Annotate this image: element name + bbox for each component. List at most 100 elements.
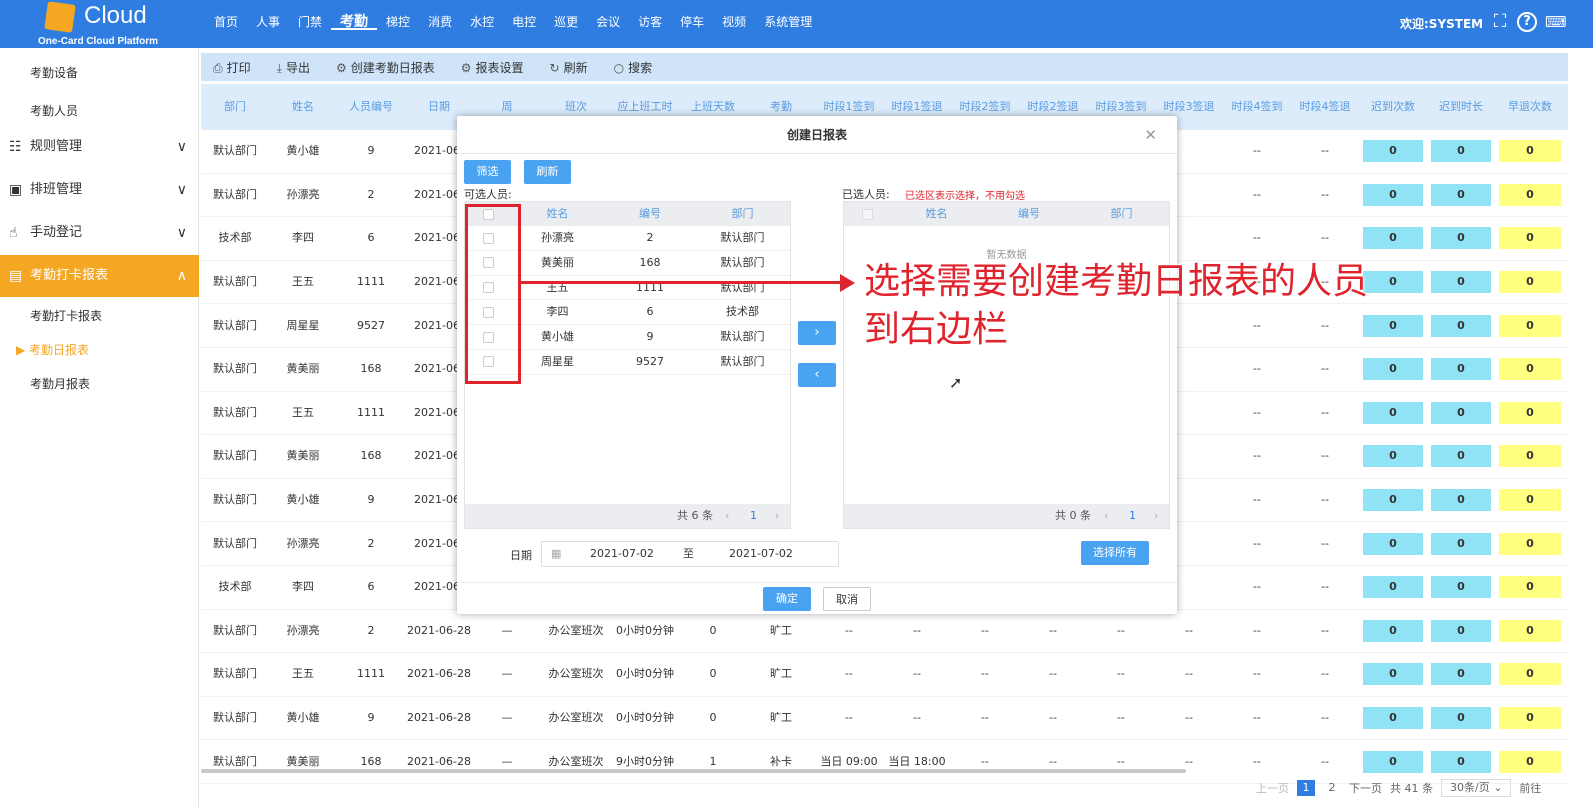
nav-item[interactable]: 电控 — [503, 0, 545, 44]
goto-label: 前往 — [1519, 782, 1542, 795]
prev-icon[interactable]: ‹ — [725, 504, 729, 528]
prev-icon[interactable]: ‹ — [1104, 504, 1108, 528]
sidebar-group-schedule[interactable]: ▣ 排班管理 ∨ — [0, 169, 199, 211]
early-count-badge: 0 — [1499, 445, 1561, 468]
early-count-badge: 0 — [1499, 576, 1561, 599]
sidebar-item-devices[interactable]: 考勤设备 — [30, 64, 78, 81]
next-page-button[interactable]: 下一页 — [1349, 780, 1382, 796]
table-cell: 0 — [1495, 707, 1565, 730]
printer-icon: ⎙ — [213, 60, 223, 75]
table-cell: -- — [981, 667, 989, 681]
page-size-select[interactable]: 30条/页 ⌄ — [1441, 779, 1512, 797]
col-number: 编号 — [639, 207, 661, 220]
sidebar-group-reports[interactable]: ▤ 考勤打卡报表 ∧ — [0, 255, 199, 297]
col-header[interactable]: 时段4签退 — [1291, 84, 1359, 130]
nav-item[interactable]: 人事 — [247, 0, 289, 44]
list-cell: 孙漂亮 — [541, 231, 574, 244]
date-from[interactable]: 2021-07-02 — [590, 542, 654, 566]
table-cell: 王五 — [292, 275, 314, 289]
next-icon[interactable]: › — [1154, 504, 1158, 528]
col-header[interactable]: 迟到次数 — [1359, 84, 1427, 130]
col-header[interactable]: 早退次数 — [1495, 84, 1565, 130]
help-icon[interactable]: ? — [1517, 12, 1537, 32]
date-range-picker[interactable]: ▦ 2021-07-02 至 2021-07-02 — [541, 541, 839, 567]
left-page[interactable]: 1 — [750, 504, 757, 528]
fullscreen-icon[interactable]: ⛶ — [1490, 12, 1510, 32]
export-button[interactable]: ⤓ 导出 — [277, 59, 310, 76]
language-icon[interactable]: ⌨ — [1545, 12, 1567, 32]
cancel-button[interactable]: 取消 — [823, 587, 871, 611]
table-cell: 0 — [1427, 314, 1495, 337]
table-cell: 默认部门 — [213, 754, 257, 768]
col-header[interactable]: 姓名 — [269, 84, 337, 130]
refresh-button[interactable]: ↻ 刷新 — [550, 59, 588, 76]
table-cell: -- — [1253, 754, 1261, 768]
table-row[interactable]: 默认部门 黄美丽 168 2021-06-28 — 办公室班次 9小时0分钟 1 补卡 当日 09… — [201, 740, 1568, 784]
nav-item[interactable]: 首页 — [205, 0, 247, 44]
table-cell: 0 — [1495, 401, 1565, 424]
table-cell: 0 — [1495, 750, 1565, 773]
top-bar: Cloud One-Card Cloud Platform 首页 人事 门禁 考勤 梯控… — [0, 0, 1593, 48]
logo: Cloud One-Card Cloud Platform — [30, 0, 200, 48]
sidebar-item-punch-report[interactable]: 考勤打卡报表 — [30, 307, 102, 324]
table-row[interactable]: 默认部门 王五 1111 2021-06-28 — 办公室班次 0小时0分钟 0 旷工 -- -- -… — [201, 653, 1568, 697]
select-all-checkbox[interactable] — [844, 202, 890, 226]
table-cell: 黄美丽 — [286, 362, 320, 376]
close-icon[interactable]: ✕ — [1144, 116, 1157, 154]
move-left-button[interactable]: ‹ — [798, 363, 836, 387]
horizontal-scrollbar[interactable] — [201, 769, 1186, 773]
dialog-refresh-button[interactable]: 刷新 — [524, 160, 571, 184]
table-cell: -- — [845, 623, 853, 637]
prev-page-button[interactable]: 上一页 — [1256, 780, 1289, 796]
confirm-button[interactable]: 确定 — [763, 587, 811, 611]
col-dept: 部门 — [1110, 207, 1133, 220]
nav-item[interactable]: 消费 — [419, 0, 461, 44]
col-header[interactable]: 部门 — [201, 84, 269, 130]
sidebar-item-daily-report[interactable]: ▶ 考勤日报表 — [16, 341, 89, 358]
table-cell: 默认部门 — [213, 405, 257, 419]
search-button[interactable]: ○ 搜索 — [614, 59, 653, 76]
move-right-button[interactable]: › — [798, 321, 836, 345]
table-cell: -- — [1049, 754, 1057, 768]
select-all-button[interactable]: 选择所有 — [1081, 541, 1149, 565]
right-page[interactable]: 1 — [1129, 504, 1136, 528]
nav-item[interactable]: 巡更 — [545, 0, 587, 44]
nav-item[interactable]: 视频 — [713, 0, 755, 44]
report-settings-button[interactable]: ⚙ 报表设置 — [461, 59, 524, 76]
col-header[interactable]: 迟到时长 — [1427, 84, 1495, 130]
nav-item[interactable]: 访客 — [629, 0, 671, 44]
print-button[interactable]: ⎙ 打印 — [213, 59, 251, 76]
nav-item[interactable]: 系统管理 — [755, 0, 821, 44]
sidebar-item-monthly-report[interactable]: 考勤月报表 — [30, 375, 90, 392]
create-report-button[interactable]: ⚙ 创建考勤日报表 — [336, 59, 435, 76]
sidebar-item-personnel[interactable]: 考勤人员 — [30, 102, 78, 119]
annotation-highlight-box — [465, 204, 521, 384]
nav-item[interactable]: 会议 — [587, 0, 629, 44]
nav-item[interactable]: 考勤 — [331, 0, 378, 30]
table-cell: -- — [1253, 187, 1261, 201]
col-header[interactable]: 人员编号 — [337, 84, 405, 130]
nav-item[interactable]: 水控 — [461, 0, 503, 44]
next-icon[interactable]: › — [775, 504, 779, 528]
nav-item[interactable]: 门禁 — [289, 0, 331, 44]
table-cell: 0 — [1359, 576, 1427, 599]
filter-button[interactable]: 筛选 — [464, 160, 511, 184]
sidebar-group-label: 规则管理 — [30, 139, 83, 154]
table-cell: 0 — [1495, 271, 1565, 294]
table-cell: 0 — [1495, 663, 1565, 686]
page-2-button[interactable]: 2 — [1323, 780, 1341, 796]
col-header[interactable]: 时段4签到 — [1223, 84, 1291, 130]
date-to[interactable]: 2021-07-02 — [729, 542, 793, 566]
table-row[interactable]: 默认部门 孙漂亮 2 2021-06-28 — 办公室班次 0小时0分钟 0 旷工 -- -- -- -… — [201, 610, 1568, 654]
col-number: 编号 — [1018, 207, 1040, 220]
table-row[interactable]: 默认部门 黄小雄 9 2021-06-28 — 办公室班次 0小时0分钟 0 旷工 -- -- -- -… — [201, 697, 1568, 741]
sidebar-group-rules[interactable]: ☷ 规则管理 ∨ — [0, 126, 199, 168]
list-cell: 默认部门 — [720, 231, 765, 244]
table-cell: -- — [1185, 711, 1193, 725]
sidebar-group-manual[interactable]: ☝ 手动登记 ∨ — [0, 212, 199, 254]
page-1-button[interactable]: 1 — [1297, 780, 1315, 796]
nav-item[interactable]: 梯控 — [377, 0, 419, 44]
table-cell: 2021-06-28 — [407, 667, 471, 681]
nav-item[interactable]: 停车 — [671, 0, 713, 44]
table-cell: -- — [1117, 667, 1125, 681]
